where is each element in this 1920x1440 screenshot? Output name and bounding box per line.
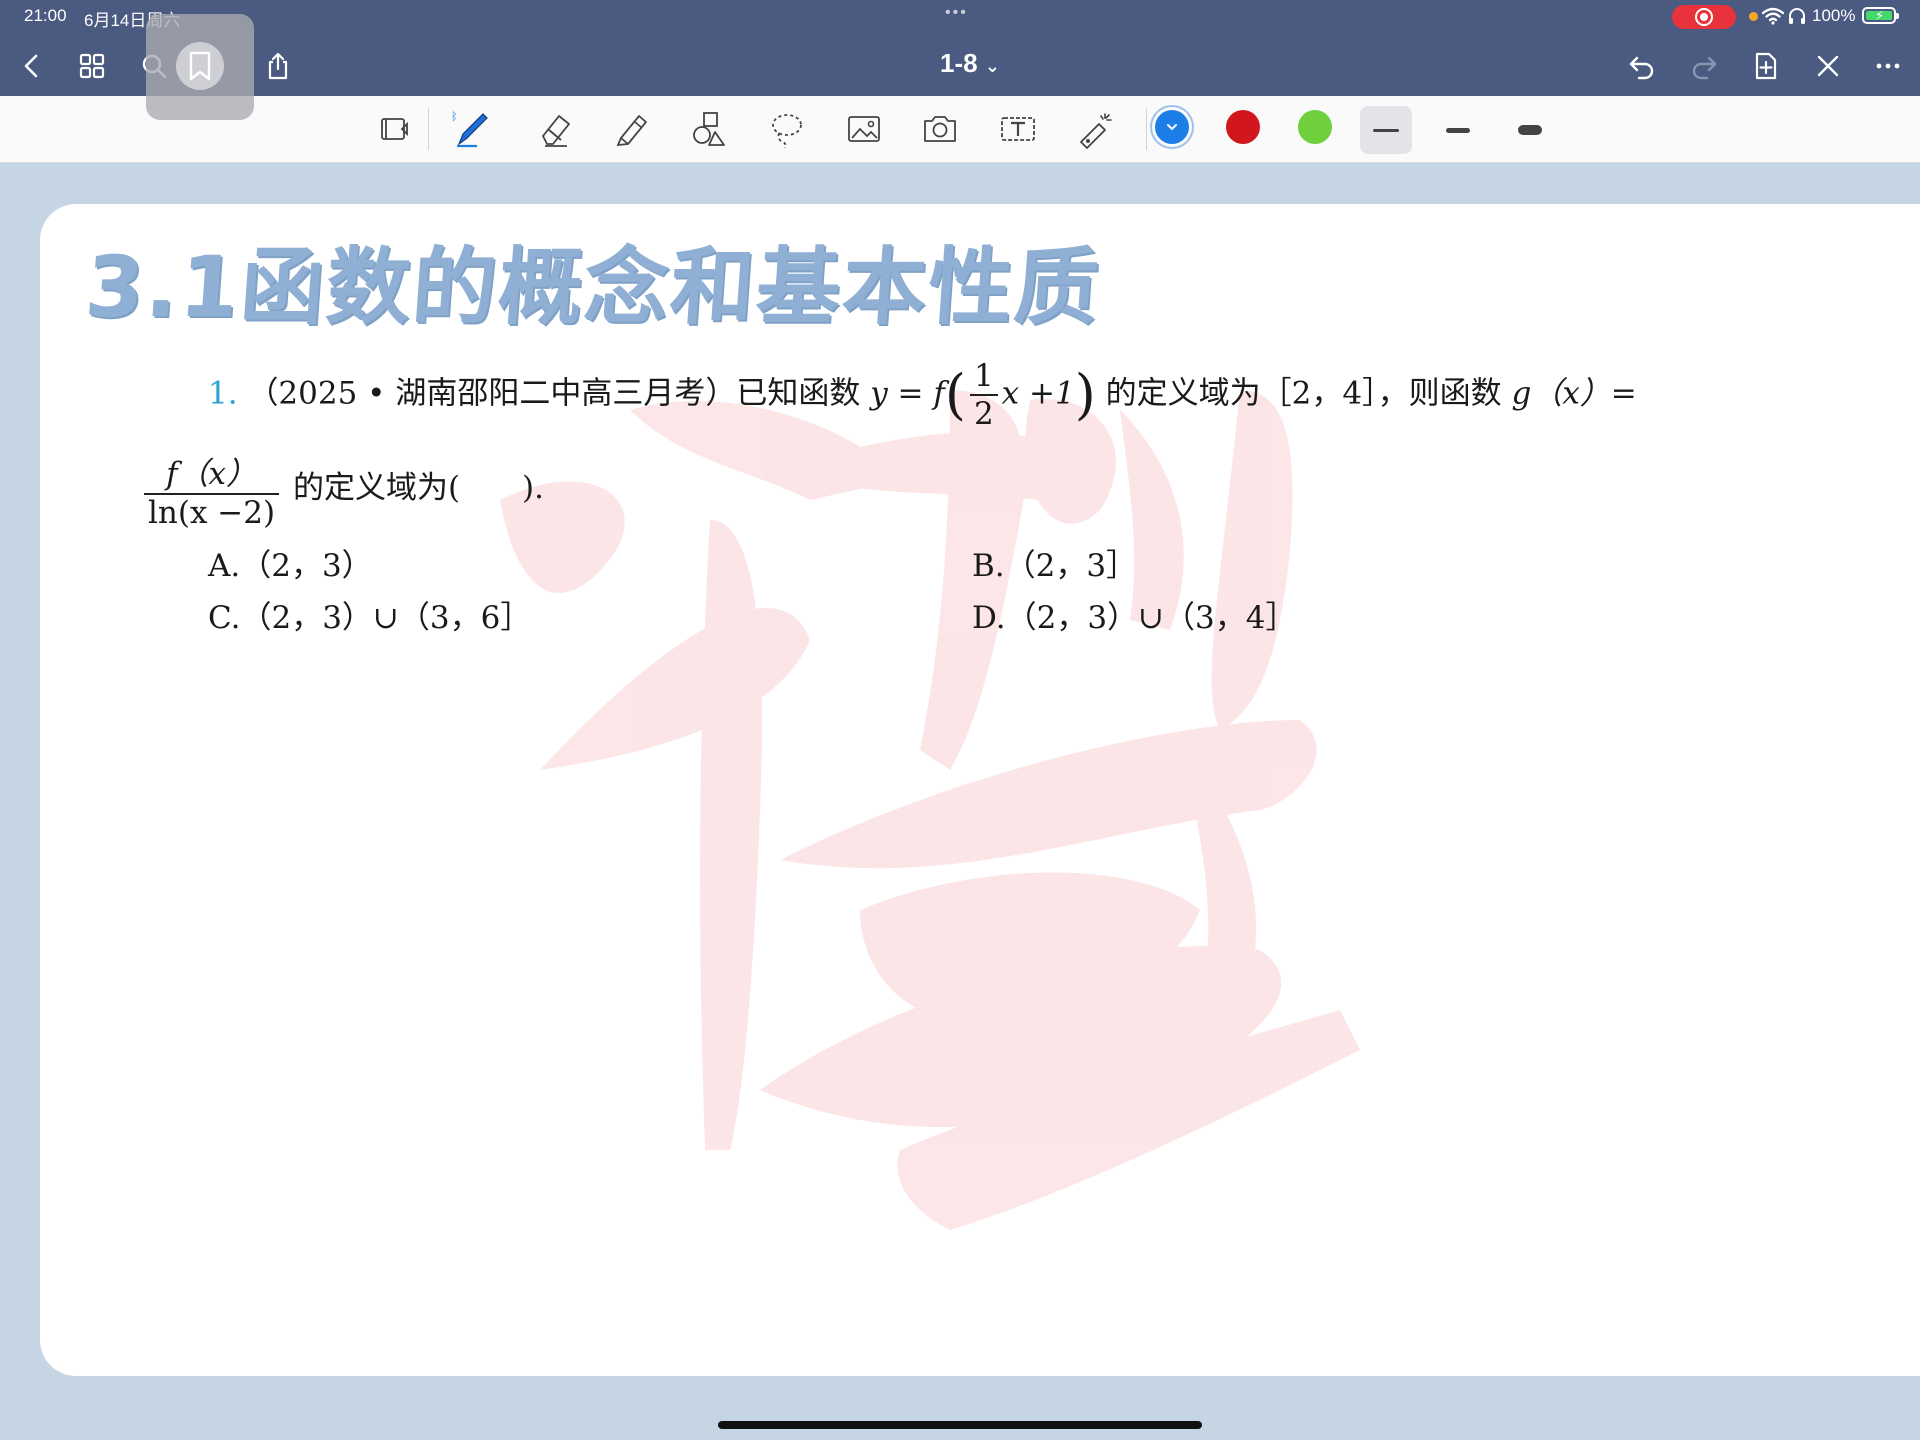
- stroke-medium-option[interactable]: [1432, 106, 1484, 154]
- laser-pointer-icon: [1080, 113, 1112, 149]
- fraction-one-half: 12: [969, 358, 998, 432]
- mic-in-use-dot: [1749, 12, 1758, 21]
- question-line-1: 1. （2025 • 湖南邵阳二中高三月考）已知函数 y = f(1 2 x +1)…: [208, 358, 1637, 432]
- add-page-button[interactable]: [1746, 46, 1786, 86]
- stroke-thin-option[interactable]: [1360, 106, 1412, 154]
- status-time: 21:00: [24, 6, 67, 25]
- redo-button[interactable]: [1684, 46, 1724, 86]
- chapter-heading: 3.1函数的概念和基本性质: [82, 238, 1104, 336]
- question-line-2: f（x） ln(x −2) 的定义域为( ).: [140, 448, 544, 531]
- wifi-icon: [1762, 7, 1784, 25]
- highlighter-tool[interactable]: [606, 104, 658, 154]
- function-g-equals: g（x）=: [1511, 375, 1637, 412]
- bookmark-button[interactable]: [146, 14, 254, 120]
- camera-tool[interactable]: [914, 104, 966, 154]
- svg-text:ᛒ: ᛒ: [451, 111, 458, 123]
- option-c[interactable]: C.（2，3）∪（3，6］: [208, 592, 531, 637]
- left-paren: (: [944, 363, 966, 426]
- headphones-icon: [1789, 8, 1805, 24]
- battery-icon: ⚡: [1862, 7, 1899, 24]
- share-button[interactable]: [258, 46, 298, 86]
- function-y-equals: y = f: [870, 375, 945, 412]
- redo-icon: [1692, 56, 1717, 80]
- color-green-swatch[interactable]: [1298, 110, 1332, 144]
- option-a[interactable]: A.（2，3）: [208, 540, 373, 585]
- bookmark-icon: [189, 51, 211, 81]
- pen-icon: ᛒ: [451, 111, 488, 148]
- question-source: （2025 • 湖南邵阳二中高三月考）已知函数: [247, 375, 861, 412]
- battery-percentage: 100%: [1812, 6, 1856, 25]
- close-pen-icon: [1817, 55, 1839, 77]
- undo-icon: [1629, 56, 1654, 80]
- color-blue-swatch[interactable]: [1155, 110, 1189, 144]
- domain-statement: 的定义域为［2，4］，则函数: [1105, 375, 1502, 412]
- shapes-tool[interactable]: [684, 104, 736, 154]
- option-d[interactable]: D.（2，3）∪（3，4］: [972, 592, 1296, 637]
- screen-recording-indicator[interactable]: [1672, 5, 1736, 29]
- brush-calligraphy-watermark: [500, 390, 1360, 1230]
- grid-icon: [79, 53, 105, 79]
- home-indicator[interactable]: [718, 1421, 1202, 1429]
- right-paren: ): [1074, 363, 1096, 426]
- question-number: 1.: [208, 375, 238, 412]
- laser-pointer-tool[interactable]: [1070, 104, 1122, 154]
- chevron-down-icon: [1167, 124, 1177, 131]
- add-page-icon: [1755, 52, 1777, 80]
- share-icon: [268, 52, 288, 80]
- eraser-tool[interactable]: [530, 104, 582, 154]
- chevron-left-icon: [24, 54, 38, 78]
- image-icon: [848, 116, 880, 142]
- lasso-tool[interactable]: [760, 104, 812, 154]
- image-tool[interactable]: [838, 104, 890, 154]
- document-title-text: 1-8: [940, 48, 978, 78]
- ellipsis-icon: [1876, 63, 1900, 69]
- color-red-swatch[interactable]: [1226, 110, 1260, 144]
- shapes-icon: [693, 112, 725, 146]
- lasso-icon: [772, 114, 802, 149]
- undo-button[interactable]: [1622, 46, 1662, 86]
- option-b[interactable]: B.（2，3］: [972, 540, 1137, 585]
- page-layout-tool[interactable]: [368, 104, 420, 154]
- inner-expression: x +1: [1001, 375, 1075, 412]
- stroke-thick-option[interactable]: [1504, 106, 1556, 154]
- document-title[interactable]: 1-8 ⌄: [920, 48, 1020, 79]
- close-tools-button[interactable]: [1808, 46, 1848, 86]
- camera-icon: [924, 116, 956, 142]
- text-tool[interactable]: [992, 104, 1044, 154]
- highlighter-icon: [616, 115, 647, 147]
- top-bar: 21:00 6月14日周六 ••• 100% ⚡ 1-8 ⌄: [0, 0, 1920, 120]
- multitask-dots-icon[interactable]: •••: [945, 4, 968, 22]
- chevron-down-icon: ⌄: [984, 56, 1000, 76]
- eraser-icon: [542, 115, 570, 147]
- thumbnails-button[interactable]: [72, 46, 112, 86]
- text-box-icon: [1001, 117, 1035, 141]
- question-tail: 的定义域为( ).: [292, 470, 545, 506]
- more-button[interactable]: [1868, 46, 1908, 86]
- fraction-g-definition: f（x） ln(x −2): [144, 448, 280, 531]
- pen-tool[interactable]: ᛒ: [446, 104, 498, 154]
- drawing-toolbar: ᛒ: [0, 96, 1920, 163]
- back-button[interactable]: [12, 46, 52, 86]
- page-layout-icon: [381, 118, 408, 140]
